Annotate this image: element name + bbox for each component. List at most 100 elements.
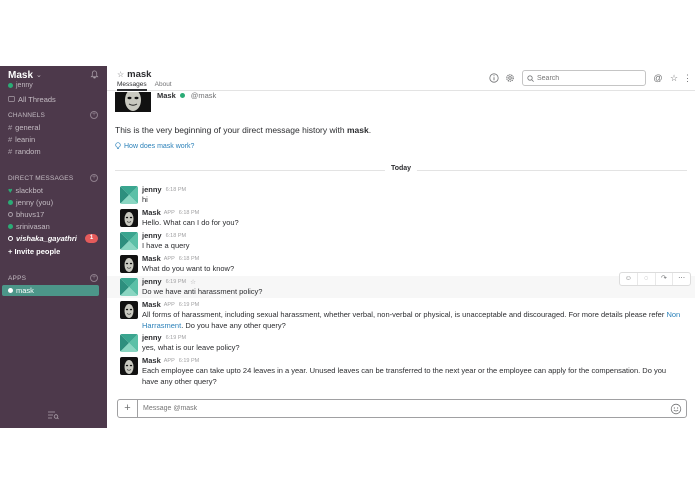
star-icon[interactable]: ☆ xyxy=(117,70,124,79)
message-text-part: yes, what is our leave policy? xyxy=(142,343,240,352)
avatar[interactable] xyxy=(120,255,138,273)
avatar[interactable] xyxy=(120,278,138,296)
app-tag: APP xyxy=(163,357,175,364)
presence-dot xyxy=(8,200,13,205)
message-row[interactable]: Mask APP 6:19 PM All forms of harassment, i… xyxy=(107,299,695,331)
message-text: Hello. What can I do for you? xyxy=(142,218,683,229)
sidebar: Mask ⌄ jenny All Threads CHANNELS + # ge… xyxy=(0,66,107,428)
message-row[interactable]: Mask APP 6:18 PM What do you want to know? xyxy=(107,253,695,275)
add-dm-icon[interactable]: + xyxy=(90,174,98,182)
message-text: What do you want to know? xyxy=(142,264,683,275)
search-input[interactable] xyxy=(537,74,637,82)
invite-people-link[interactable]: + Invite people xyxy=(8,246,107,257)
direct-messages-heading[interactable]: DIRECT MESSAGES xyxy=(8,175,73,182)
message-timestamp[interactable]: 6:18 PM xyxy=(179,256,199,262)
sidebar-item-label: general xyxy=(15,123,41,132)
channel-title: ☆ mask xyxy=(117,69,151,80)
message-row[interactable]: jenny 6:19 PM yes, what is our leave polic… xyxy=(107,332,695,354)
attach-icon[interactable]: + xyxy=(118,400,138,417)
message-text: hi xyxy=(142,195,683,206)
bot-avatar xyxy=(115,92,151,112)
app-tag: APP xyxy=(163,209,175,216)
current-user[interactable]: jenny xyxy=(8,82,33,89)
message-author[interactable]: Mask xyxy=(142,356,161,365)
message-author[interactable]: Mask xyxy=(142,254,161,263)
avatar[interactable] xyxy=(120,209,138,227)
message-timestamp[interactable]: 6:19 PM xyxy=(166,279,186,285)
help-link-text: How does mask work? xyxy=(124,142,195,150)
heart-icon: ♥ xyxy=(8,186,13,195)
emoji-icon[interactable] xyxy=(670,403,682,415)
mentions-icon[interactable]: @ xyxy=(653,73,663,83)
message-row[interactable]: jenny 6:18 PM I have a query xyxy=(107,230,695,252)
message-row[interactable]: Mask APP 6:18 PM Hello. What can I do for y… xyxy=(107,207,695,229)
info-icon[interactable] xyxy=(489,73,499,83)
identicon-icon xyxy=(120,186,138,204)
starred-icon[interactable]: ☆ xyxy=(669,73,679,83)
sidebar-item-label: srinivasan xyxy=(16,222,50,231)
message-timestamp[interactable]: 6:18 PM xyxy=(166,187,186,193)
message-author[interactable]: jenny xyxy=(142,231,162,240)
tab-about[interactable]: About xyxy=(155,81,172,91)
bot-name-line: Mask @mask xyxy=(157,92,216,100)
bot-name[interactable]: Mask xyxy=(157,92,176,100)
sidebar-item-all-threads[interactable]: All Threads xyxy=(8,94,107,105)
apps-heading[interactable]: APPS xyxy=(8,275,26,282)
help-link[interactable]: How does mask work? xyxy=(115,142,194,150)
message-row[interactable]: Mask APP 6:19 PM Each employee can take upt… xyxy=(107,355,695,387)
avatar[interactable] xyxy=(120,334,138,352)
message-text-part: All forms of harassment, including sexua… xyxy=(142,310,667,319)
message-actions: ☺ ◌ ↷ ⋯ xyxy=(619,272,691,286)
add-app-icon[interactable]: + xyxy=(90,274,98,282)
message-author[interactable]: Mask xyxy=(142,300,161,309)
message-row[interactable]: jenny 6:19 PM ☆ Do we have anti harassment … xyxy=(107,272,695,298)
add-reaction-icon[interactable]: ☺ xyxy=(620,273,638,285)
message-text: All forms of harassment, including sexua… xyxy=(142,310,683,331)
add-channel-icon[interactable]: + xyxy=(90,111,98,119)
header-tabs: Messages About xyxy=(117,81,180,91)
start-thread-icon[interactable]: ◌ xyxy=(638,273,656,285)
sidebar-item-random[interactable]: # random xyxy=(8,146,107,157)
bell-icon[interactable] xyxy=(90,70,99,79)
message-author[interactable]: Mask xyxy=(142,208,161,217)
gear-icon[interactable] xyxy=(505,73,515,83)
message-text-part: Hello. What can I do for you? xyxy=(142,218,239,227)
message-input[interactable] xyxy=(143,405,670,412)
sidebar-item-general[interactable]: # general xyxy=(8,122,107,133)
message-timestamp[interactable]: 6:19 PM xyxy=(166,335,186,341)
message-author[interactable]: jenny xyxy=(142,277,162,286)
avatar[interactable] xyxy=(120,186,138,204)
tab-messages[interactable]: Messages xyxy=(117,81,147,91)
message-timestamp[interactable]: 6:18 PM xyxy=(179,210,199,216)
message-text-part: . Do you have any other query? xyxy=(181,320,286,330)
more-actions-icon[interactable]: ⋯ xyxy=(673,273,690,285)
search-box[interactable] xyxy=(522,70,646,86)
avatar[interactable] xyxy=(120,301,138,319)
sidebar-item-leanin[interactable]: # leanin xyxy=(8,134,107,145)
avatar[interactable] xyxy=(120,232,138,250)
message-author[interactable]: jenny xyxy=(142,333,162,342)
sidebar-item-mask[interactable]: mask xyxy=(2,285,99,296)
star-icon[interactable]: ☆ xyxy=(190,278,196,286)
avatar[interactable] xyxy=(120,357,138,375)
message-author[interactable]: jenny xyxy=(142,185,162,194)
message-text: yes, what is our leave policy? xyxy=(142,343,683,354)
intro-text-prefix: This is the very beginning of your direc… xyxy=(115,125,347,135)
day-label: Today xyxy=(384,165,418,172)
message-timestamp[interactable]: 6:19 PM xyxy=(179,358,199,364)
message-row[interactable]: jenny 6:18 PM hi xyxy=(107,184,695,206)
mask-face-icon xyxy=(120,301,138,319)
team-menu[interactable]: Mask ⌄ xyxy=(8,69,101,81)
sidebar-item-srinivasan[interactable]: srinivasan xyxy=(8,221,107,232)
main-pane: ☆ mask Messages About Search @ ☆ ⋮ Mask … xyxy=(107,66,695,428)
share-icon[interactable]: ↷ xyxy=(656,273,674,285)
filter-icon[interactable] xyxy=(47,410,59,420)
message-timestamp[interactable]: 6:18 PM xyxy=(166,233,186,239)
intro-text-suffix: . xyxy=(368,125,372,135)
more-icon[interactable]: ⋮ xyxy=(683,73,692,83)
message-timestamp[interactable]: 6:19 PM xyxy=(179,302,199,308)
sidebar-item-jenny[interactable]: jenny (you) xyxy=(8,197,107,208)
sidebar-item-bhuvs17[interactable]: bhuvs17 xyxy=(8,209,107,220)
sidebar-item-slackbot[interactable]: ♥ slackbot xyxy=(8,185,107,196)
channels-heading[interactable]: CHANNELS xyxy=(8,112,45,119)
